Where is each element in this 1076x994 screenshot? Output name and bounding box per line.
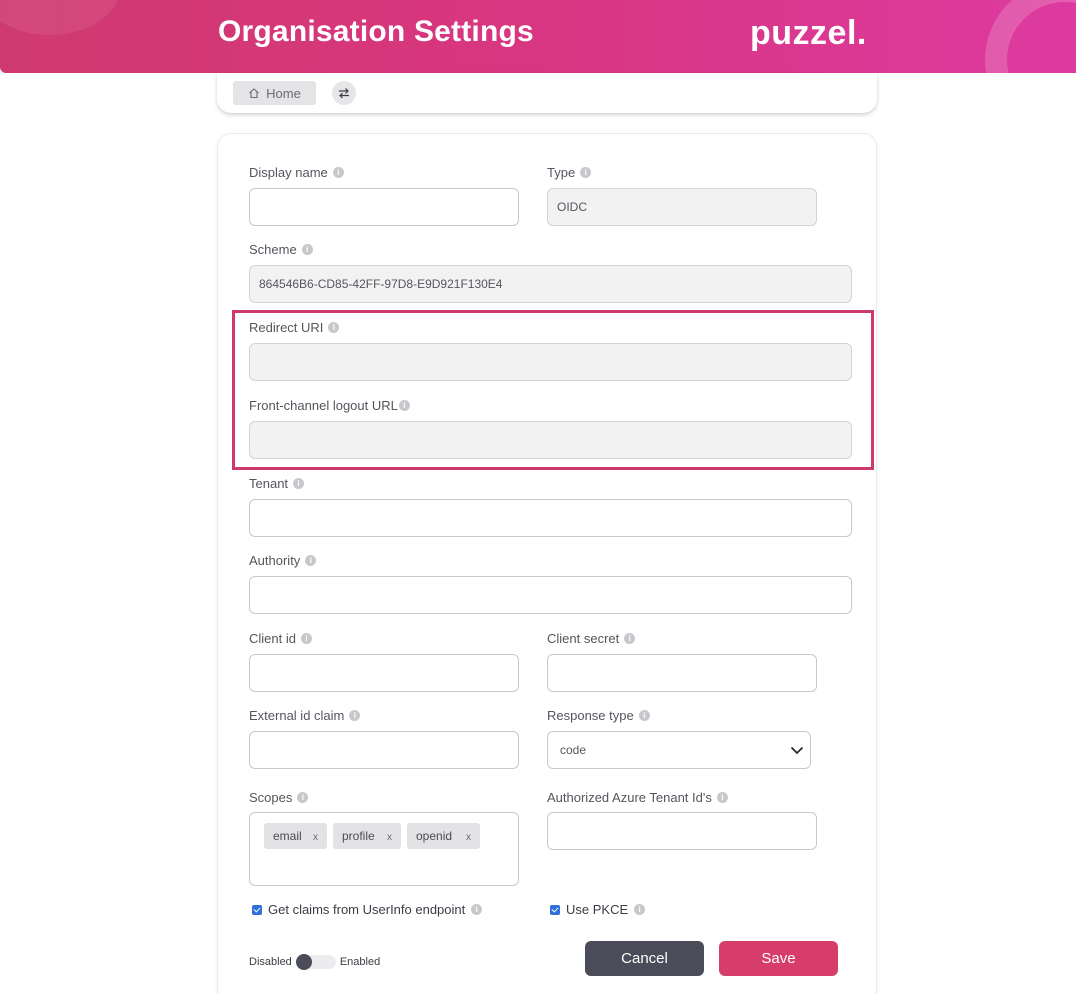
authorized-azure-tenants-label: Authorized Azure Tenant Id's i xyxy=(547,790,728,805)
home-label: Home xyxy=(266,85,301,101)
scopes-label: Scopes i xyxy=(249,790,309,805)
display-name-input[interactable] xyxy=(249,188,519,226)
checkbox-checked-icon[interactable] xyxy=(550,904,560,915)
scheme-field: 864546B6-CD85-42FF-97D8-E9D921F130E4 xyxy=(249,265,852,303)
info-icon[interactable]: i xyxy=(471,904,483,915)
external-id-claim-label: External id claim i xyxy=(249,708,361,723)
toggle-knob[interactable] xyxy=(295,954,312,970)
remove-tag-button[interactable]: x xyxy=(387,832,392,843)
toggle-off-label: Disabled xyxy=(249,956,292,968)
external-id-claim-input[interactable] xyxy=(249,731,519,769)
chevron-down-icon xyxy=(790,746,804,755)
info-icon[interactable]: i xyxy=(332,167,344,178)
swap-icon xyxy=(339,88,349,99)
tenant-input[interactable] xyxy=(249,499,852,537)
info-icon[interactable]: i xyxy=(297,792,309,803)
scheme-label: Scheme i xyxy=(249,242,313,257)
info-icon[interactable]: i xyxy=(624,633,636,644)
header-decoration-ring xyxy=(985,0,1076,73)
front-channel-logout-field xyxy=(249,421,852,459)
authority-label: Authority i xyxy=(249,553,317,568)
checkbox-checked-icon[interactable] xyxy=(252,904,262,915)
cancel-button[interactable]: Cancel xyxy=(585,941,704,976)
toggle-on-label: Enabled xyxy=(339,956,381,968)
remove-tag-button[interactable]: x xyxy=(313,832,318,843)
tenant-label: Tenant i xyxy=(249,476,305,491)
get-claims-checkbox[interactable]: Get claims from UserInfo endpoint i xyxy=(252,902,483,917)
info-icon[interactable]: i xyxy=(300,633,312,644)
response-type-label: Response type i xyxy=(547,708,650,723)
info-icon[interactable]: i xyxy=(328,322,340,333)
info-icon[interactable]: i xyxy=(305,555,317,566)
home-icon xyxy=(249,88,260,99)
info-icon[interactable]: i xyxy=(293,478,305,489)
front-channel-logout-label: Front-channel logout URL i xyxy=(249,398,410,413)
response-type-value: code xyxy=(560,743,587,757)
puzzel-logo: puzzel. xyxy=(750,14,867,52)
page-title: Organisation Settings xyxy=(218,15,534,48)
info-icon[interactable]: i xyxy=(634,904,646,915)
scopes-tag-input[interactable]: email x profile x openid x xyxy=(249,812,519,886)
remove-tag-button[interactable]: x xyxy=(466,832,471,843)
client-id-input[interactable] xyxy=(249,654,519,692)
breadcrumb: Home xyxy=(217,73,877,113)
redirect-uri-field xyxy=(249,343,852,381)
authorized-azure-tenants-input[interactable] xyxy=(547,812,817,850)
info-icon[interactable]: i xyxy=(349,710,361,721)
display-name-label: Display name i xyxy=(249,165,344,180)
home-breadcrumb-button[interactable]: Home xyxy=(233,81,316,105)
save-button[interactable]: Save xyxy=(719,941,838,976)
info-icon[interactable]: i xyxy=(716,792,728,803)
authority-input[interactable] xyxy=(249,576,852,614)
client-secret-label: Client secret i xyxy=(547,631,636,646)
info-icon[interactable]: i xyxy=(638,710,650,721)
scope-tag-openid: openid x xyxy=(407,823,480,849)
redirect-uri-label: Redirect URI i xyxy=(249,320,340,335)
enabled-toggle[interactable] xyxy=(295,954,336,970)
use-pkce-checkbox[interactable]: Use PKCE i xyxy=(550,902,646,917)
response-type-select[interactable]: code xyxy=(547,731,811,769)
enabled-toggle-group: Disabled Enabled xyxy=(249,954,381,970)
scope-tag-email: email x xyxy=(264,823,327,849)
type-field: OIDC xyxy=(547,188,817,226)
scope-tag-profile: profile x xyxy=(333,823,401,849)
header-decoration xyxy=(0,0,120,35)
type-label: Type i xyxy=(547,165,592,180)
switch-organisation-button[interactable] xyxy=(332,81,356,105)
header-bar: Organisation Settings puzzel. xyxy=(0,0,1076,73)
info-icon[interactable]: i xyxy=(580,167,592,178)
info-icon[interactable]: i xyxy=(301,244,313,255)
client-secret-input[interactable] xyxy=(547,654,817,692)
client-id-label: Client id i xyxy=(249,631,312,646)
info-icon[interactable]: i xyxy=(398,400,410,411)
